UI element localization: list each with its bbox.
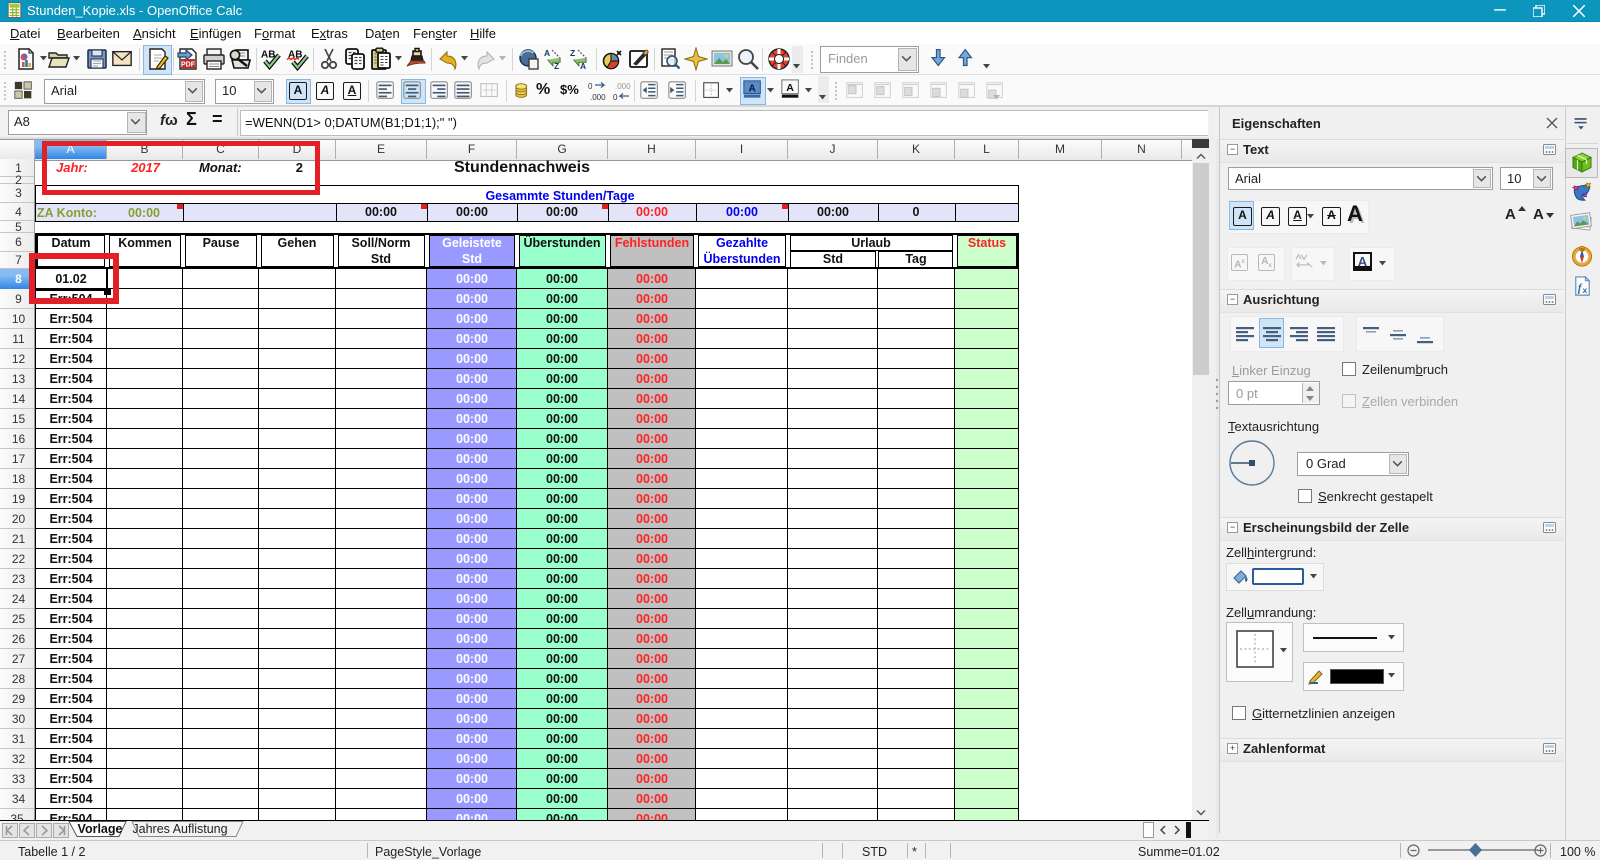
svg-text:Z: Z [554,61,559,71]
svg-text:A: A [544,48,550,58]
svg-text:.000: .000 [615,82,631,91]
svg-text:x: x [1583,285,1588,295]
svg-text:PDF: PDF [181,62,196,69]
svg-text:A: A [786,82,794,94]
svg-text:Z: Z [570,48,575,58]
svg-text:A: A [580,61,586,71]
svg-text:A: A [748,83,756,94]
svg-text:0: 0 [588,82,593,91]
svg-text:0: 0 [613,93,618,102]
svg-text:N: N [1580,247,1583,252]
svg-text:.000: .000 [590,93,606,102]
